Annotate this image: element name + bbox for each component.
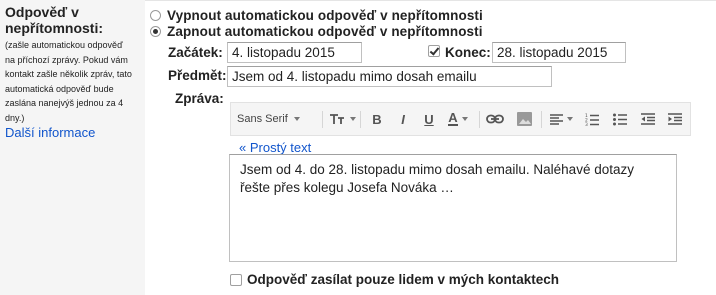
image-icon: [516, 112, 532, 126]
outdent-button[interactable]: [636, 103, 660, 135]
message-body-editor[interactable]: Jsem od 4. do 28. listopadu mimo dosah e…: [229, 154, 677, 262]
bulleted-list-icon: [613, 113, 627, 125]
vacation-on-option[interactable]: Zapnout automatickou odpověď v nepřítomn…: [150, 22, 483, 40]
contacts-only-option[interactable]: Odpověď zasílat pouze lidem v mých konta…: [230, 272, 559, 287]
formatting-toolbar: Sans Serif B I U A 1 2 3: [230, 102, 691, 136]
underline-button[interactable]: U: [417, 103, 441, 135]
toolbar-divider: [541, 111, 542, 128]
text-color-button[interactable]: A: [443, 103, 473, 135]
subject-input[interactable]: Jsem od 4. listopadu mimo dosah emailu: [227, 66, 552, 87]
link-icon: [486, 114, 504, 124]
subject-label: Předmět:: [168, 68, 227, 83]
toolbar-divider: [322, 111, 323, 128]
font-family-select[interactable]: Sans Serif: [237, 103, 300, 135]
more-info-link[interactable]: Další informace: [5, 125, 95, 140]
align-button[interactable]: [546, 103, 576, 135]
text-color-icon: A: [448, 110, 458, 126]
chevron-down-icon: [566, 117, 573, 121]
vacation-on-radio[interactable]: [150, 25, 161, 37]
text-size-button[interactable]: [328, 103, 356, 135]
vacation-off-radio[interactable]: [150, 9, 161, 21]
message-label: Zpráva:: [175, 91, 224, 106]
end-date-checkbox[interactable]: [428, 45, 440, 57]
settings-label-column: Odpověď v nepřítomnosti: (zašle automati…: [0, 0, 145, 295]
vacation-on-label: Zapnout automatickou odpověď v nepřítomn…: [167, 23, 483, 39]
insert-image-button[interactable]: [512, 103, 536, 135]
numbered-list-icon: 1 2 3: [585, 113, 599, 126]
end-date-input[interactable]: 28. listopadu 2015: [492, 42, 626, 63]
toolbar-divider: [479, 111, 480, 128]
italic-icon: I: [401, 111, 405, 127]
chevron-down-icon: [349, 117, 356, 121]
toolbar-divider: [360, 111, 361, 128]
font-family-value: Sans Serif: [237, 113, 288, 125]
svg-text:3: 3: [585, 122, 588, 126]
indent-button[interactable]: [663, 103, 687, 135]
section-help-text: (zašle automatickou odpověď na příchozí …: [5, 40, 132, 123]
bold-icon: B: [372, 111, 382, 127]
outdent-icon: [641, 113, 655, 125]
contacts-only-label: Odpověď zasílat pouze lidem v mých konta…: [247, 272, 560, 287]
section-title: Odpověď v nepřítomnosti:: [5, 4, 103, 36]
indent-icon: [668, 113, 682, 125]
bulleted-list-button[interactable]: [608, 103, 632, 135]
chevron-down-icon: [461, 117, 468, 121]
text-size-icon: [329, 114, 344, 124]
vacation-off-label: Vypnout automatickou odpověď v nepřítomn…: [167, 7, 483, 23]
bold-button[interactable]: B: [365, 103, 389, 135]
contacts-only-checkbox[interactable]: [230, 273, 242, 286]
underline-icon: U: [424, 111, 434, 127]
plain-text-link[interactable]: « Prostý text: [239, 140, 311, 155]
chevron-down-icon: [293, 117, 300, 121]
numbered-list-button[interactable]: 1 2 3: [580, 103, 604, 135]
end-date-label: Konec:: [445, 45, 491, 60]
start-date-input[interactable]: 4. listopadu 2015: [227, 42, 362, 63]
link-button[interactable]: [483, 103, 507, 135]
italic-button[interactable]: I: [391, 103, 415, 135]
align-icon: [549, 113, 563, 125]
start-date-label: Začátek:: [168, 45, 223, 60]
